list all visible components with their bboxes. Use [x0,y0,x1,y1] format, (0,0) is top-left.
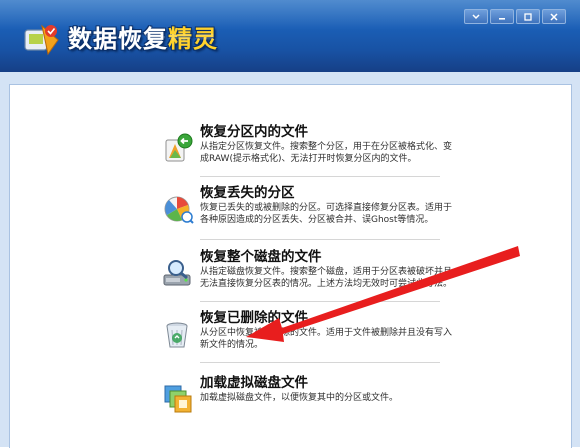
virtual-disk-icon [164,385,192,413]
option-title: 恢复已删除的文件 [200,310,308,326]
app-title-reflection-main: 数据恢复 [68,34,168,42]
divider [200,176,440,177]
chevron-down-icon [472,13,480,19]
maximize-button[interactable] [516,9,540,24]
app-banner: 数据恢复精灵 数据恢复精灵 [0,0,580,72]
divider [200,239,440,240]
maximize-icon [524,12,532,21]
divider [200,301,440,302]
app-title-reflection: 数据恢复精灵 [68,34,218,48]
divider [200,362,440,363]
app-logo-icon [24,24,59,56]
minimize-button[interactable] [490,9,514,24]
option-recover-lost-partition[interactable]: 恢复丢失的分区 恢复已丢失的或被删除的分区。可选择直接修复分区表。适用于各种原因… [156,181,452,233]
option-recover-whole-disk[interactable]: 恢复整个磁盘的文件 从指定磁盘恢复文件。搜索整个磁盘，适用于分区表被破坏并且无法… [156,245,452,297]
window-controls [464,9,566,24]
option-description: 从指定分区恢复文件。搜索整个分区，用于在分区被格式化、变成RAW(提示格式化)、… [200,142,453,164]
close-icon [550,12,558,21]
app-title-reflection-accent: 精灵 [168,34,218,42]
close-button[interactable] [542,9,566,24]
disk-scan-icon [163,260,191,286]
recycle-bin-icon [166,322,188,348]
option-recover-deleted-files[interactable]: 恢复已删除的文件 从分区中恢复被误删除的文件。适用于文件被删除并且没有写入新文件… [156,306,452,358]
menu-button[interactable] [464,9,488,24]
option-description: 从指定磁盘恢复文件。搜索整个磁盘，适用于分区表被破坏并且无法直接恢复分区表的情况… [200,267,453,289]
lost-partition-icon [164,196,194,224]
option-description: 加载虚拟磁盘文件，以便恢复其中的分区或文件。 [200,393,399,403]
option-recover-partition-files[interactable]: 恢复分区内的文件 从指定分区恢复文件。搜索整个分区，用于在分区被格式化、变成RA… [156,120,452,168]
option-load-virtual-disk[interactable]: 加载虚拟磁盘文件 加载虚拟磁盘文件，以便恢复其中的分区或文件。 [156,371,446,415]
minimize-icon [499,17,505,20]
partition-files-icon [165,133,193,162]
option-title: 恢复整个磁盘的文件 [200,249,322,265]
option-description: 恢复已丢失的或被删除的分区。可选择直接修复分区表。适用于各种原因造成的分区丢失、… [200,203,453,225]
option-title: 恢复分区内的文件 [200,124,308,140]
option-title: 加载虚拟磁盘文件 [200,375,308,391]
option-description: 从分区中恢复被误删除的文件。适用于文件被删除并且没有写入新文件的情况。 [200,328,453,350]
option-title: 恢复丢失的分区 [200,185,295,201]
